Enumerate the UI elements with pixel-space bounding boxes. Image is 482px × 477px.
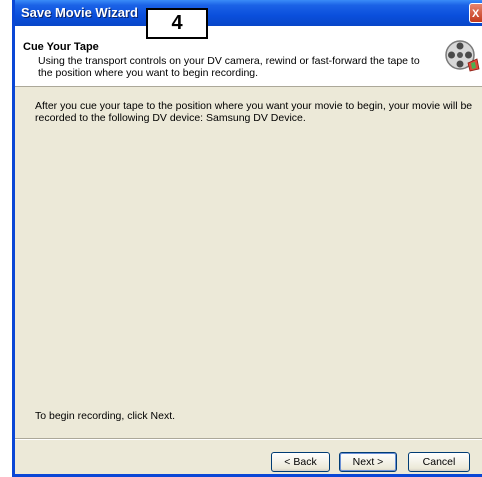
step-number-callout: 4 xyxy=(146,8,208,39)
wizard-header: Cue Your Tape Using the transport contro… xyxy=(15,26,482,87)
next-button[interactable]: Next > xyxy=(339,452,397,472)
page-subtitle: Using the transport controls on your DV … xyxy=(38,55,420,79)
cancel-button[interactable]: Cancel xyxy=(408,452,470,472)
film-reel-icon xyxy=(445,40,480,72)
back-button[interactable]: < Back xyxy=(271,452,330,472)
footer-separator xyxy=(15,438,482,440)
close-button[interactable]: X xyxy=(469,3,482,23)
body-description: After you cue your tape to the position … xyxy=(35,100,473,124)
title-bar[interactable]: Save Movie Wizard X xyxy=(15,0,482,26)
instruction-text: To begin recording, click Next. xyxy=(35,410,176,422)
window-title: Save Movie Wizard xyxy=(21,5,138,20)
wizard-window: Save Movie Wizard X Cue Your Tape Using … xyxy=(12,0,482,477)
page-title: Cue Your Tape xyxy=(23,41,99,53)
